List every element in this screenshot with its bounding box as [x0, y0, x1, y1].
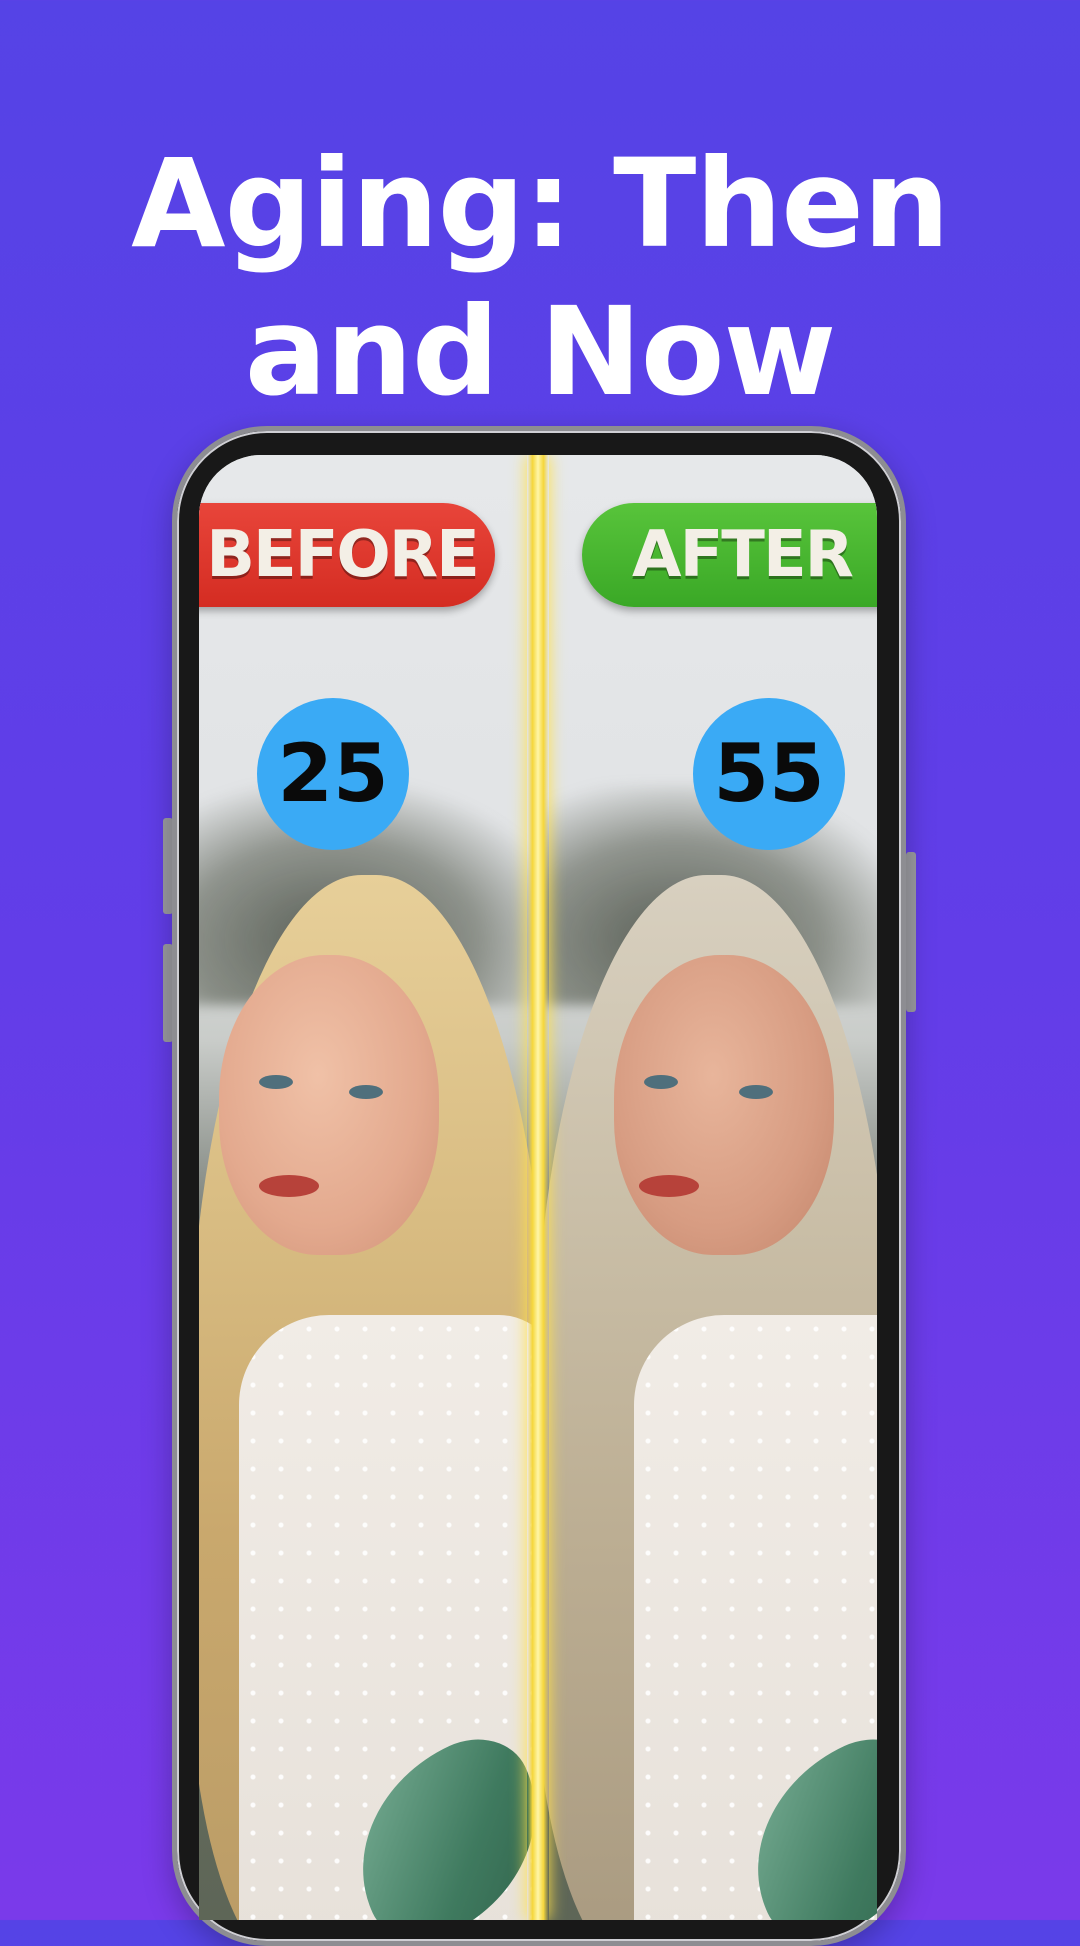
- headline: Aging: Then and Now: [0, 130, 1080, 426]
- before-age-badge: 25: [257, 698, 409, 850]
- face-young: [219, 955, 439, 1255]
- headline-line-1: Aging: Then: [131, 132, 950, 275]
- after-age-badge: 55: [693, 698, 845, 850]
- lips: [259, 1175, 319, 1197]
- lips: [639, 1175, 699, 1197]
- comparison-divider: [527, 455, 549, 1920]
- headline-line-2: and Now: [244, 280, 837, 423]
- eye: [259, 1075, 293, 1089]
- eye: [349, 1085, 383, 1099]
- phone-screen: BEFORE AFTER 25 55: [199, 455, 877, 1920]
- eye: [739, 1085, 773, 1099]
- face-aged: [614, 955, 834, 1255]
- after-label: AFTER: [582, 503, 877, 607]
- eye: [644, 1075, 678, 1089]
- after-photo: [544, 455, 877, 1920]
- phone-power-button: [906, 852, 916, 1012]
- before-photo: [199, 455, 532, 1920]
- before-label: BEFORE: [199, 503, 495, 607]
